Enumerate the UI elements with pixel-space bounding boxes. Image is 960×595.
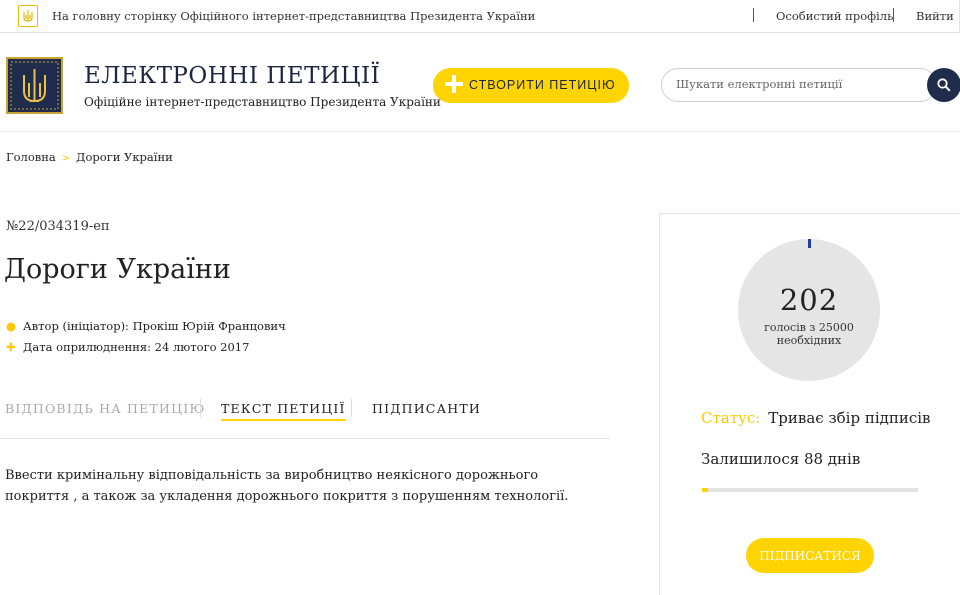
petition-title: Дороги України [4, 254, 231, 285]
breadcrumb-home[interactable]: Головна [6, 150, 56, 164]
user-icon: ● [6, 319, 17, 333]
signature-panel: 202 голосів з 25000 необхідних Статус: Тр… [659, 213, 960, 595]
divider [753, 8, 754, 22]
days-remaining: Залишилося 88 днів [701, 450, 861, 468]
create-petition-button[interactable]: СТВОРИТИ ПЕТИЦІЮ [433, 68, 629, 103]
petition-number: №22/034319-еп [6, 219, 110, 234]
chevron-right-icon: > [61, 153, 71, 164]
author-text: Автор (ініціатор): Прокіш Юрій Францович [23, 319, 286, 333]
site-subtitle: Офіційне інтернет-представництво Президе… [84, 95, 441, 109]
petition-author: ● Автор (ініціатор): Прокіш Юрій Францови… [6, 319, 286, 333]
votes-needed-line2: необхідних [776, 334, 842, 347]
petition-text: Ввести кримінальну відповідальність за в… [5, 468, 569, 504]
divider [200, 399, 201, 417]
plus-icon [445, 75, 463, 93]
create-petition-label: СТВОРИТИ ПЕТИЦІЮ [469, 78, 616, 92]
petition-tabs: ВІДПОВІДЬ НА ПЕТИЦІЮ ТЕКСТ ПЕТИЦІЇ ПІДПИ… [0, 391, 610, 439]
sign-button[interactable]: ПІДПИСАТИСЯ [746, 538, 874, 573]
trident-small-icon[interactable] [18, 5, 38, 27]
site-title: ЕЛЕКТРОННІ ПЕТИЦІЇ [84, 63, 381, 89]
divider [351, 399, 352, 417]
tab-text[interactable]: ТЕКСТ ПЕТИЦІЇ [221, 401, 346, 421]
signature-progress-bar [702, 488, 918, 492]
status-value: Триває збір підписів [768, 409, 931, 427]
search-icon [937, 78, 951, 92]
progress-fill [702, 488, 709, 492]
plus-icon: ✚ [6, 340, 16, 354]
site-header: ЕЛЕКТРОННІ ПЕТИЦІЇ Офіційне інтернет-пре… [0, 33, 960, 132]
home-link[interactable]: На головну сторінку Офіційного інтернет-… [52, 9, 535, 23]
status-label: Статус: [701, 409, 761, 427]
tab-answer[interactable]: ВІДПОВІДЬ НА ПЕТИЦІЮ [5, 401, 205, 416]
logout-link[interactable]: Вийти [916, 9, 954, 23]
search-box [661, 68, 937, 102]
divider [893, 8, 894, 22]
breadcrumb-current: Дороги України [76, 150, 173, 164]
top-bar: На головну сторінку Офіційного інтернет-… [0, 0, 960, 33]
votes-needed: голосів з 25000 необхідних [738, 321, 880, 347]
tab-signers[interactable]: ПІДПИСАНТИ [372, 401, 481, 416]
search-button[interactable] [927, 68, 960, 102]
votes-count: 202 [779, 283, 839, 317]
coat-of-arms-logo[interactable] [6, 57, 63, 114]
votes-circle: 202 голосів з 25000 необхідних [738, 239, 880, 381]
profile-link[interactable]: Особистий профіль [776, 9, 893, 23]
votes-progress-tick [808, 239, 811, 248]
petition-date: ✚ Дата оприлюднення: 24 лютого 2017 [6, 340, 249, 354]
date-text: Дата оприлюднення: 24 лютого 2017 [23, 340, 250, 354]
breadcrumb: Головна > Дороги України [6, 150, 173, 164]
search-input[interactable] [676, 77, 916, 91]
petition-status: Статус: Триває збір підписів [701, 409, 931, 427]
votes-needed-line1: голосів з 25000 [764, 321, 854, 334]
